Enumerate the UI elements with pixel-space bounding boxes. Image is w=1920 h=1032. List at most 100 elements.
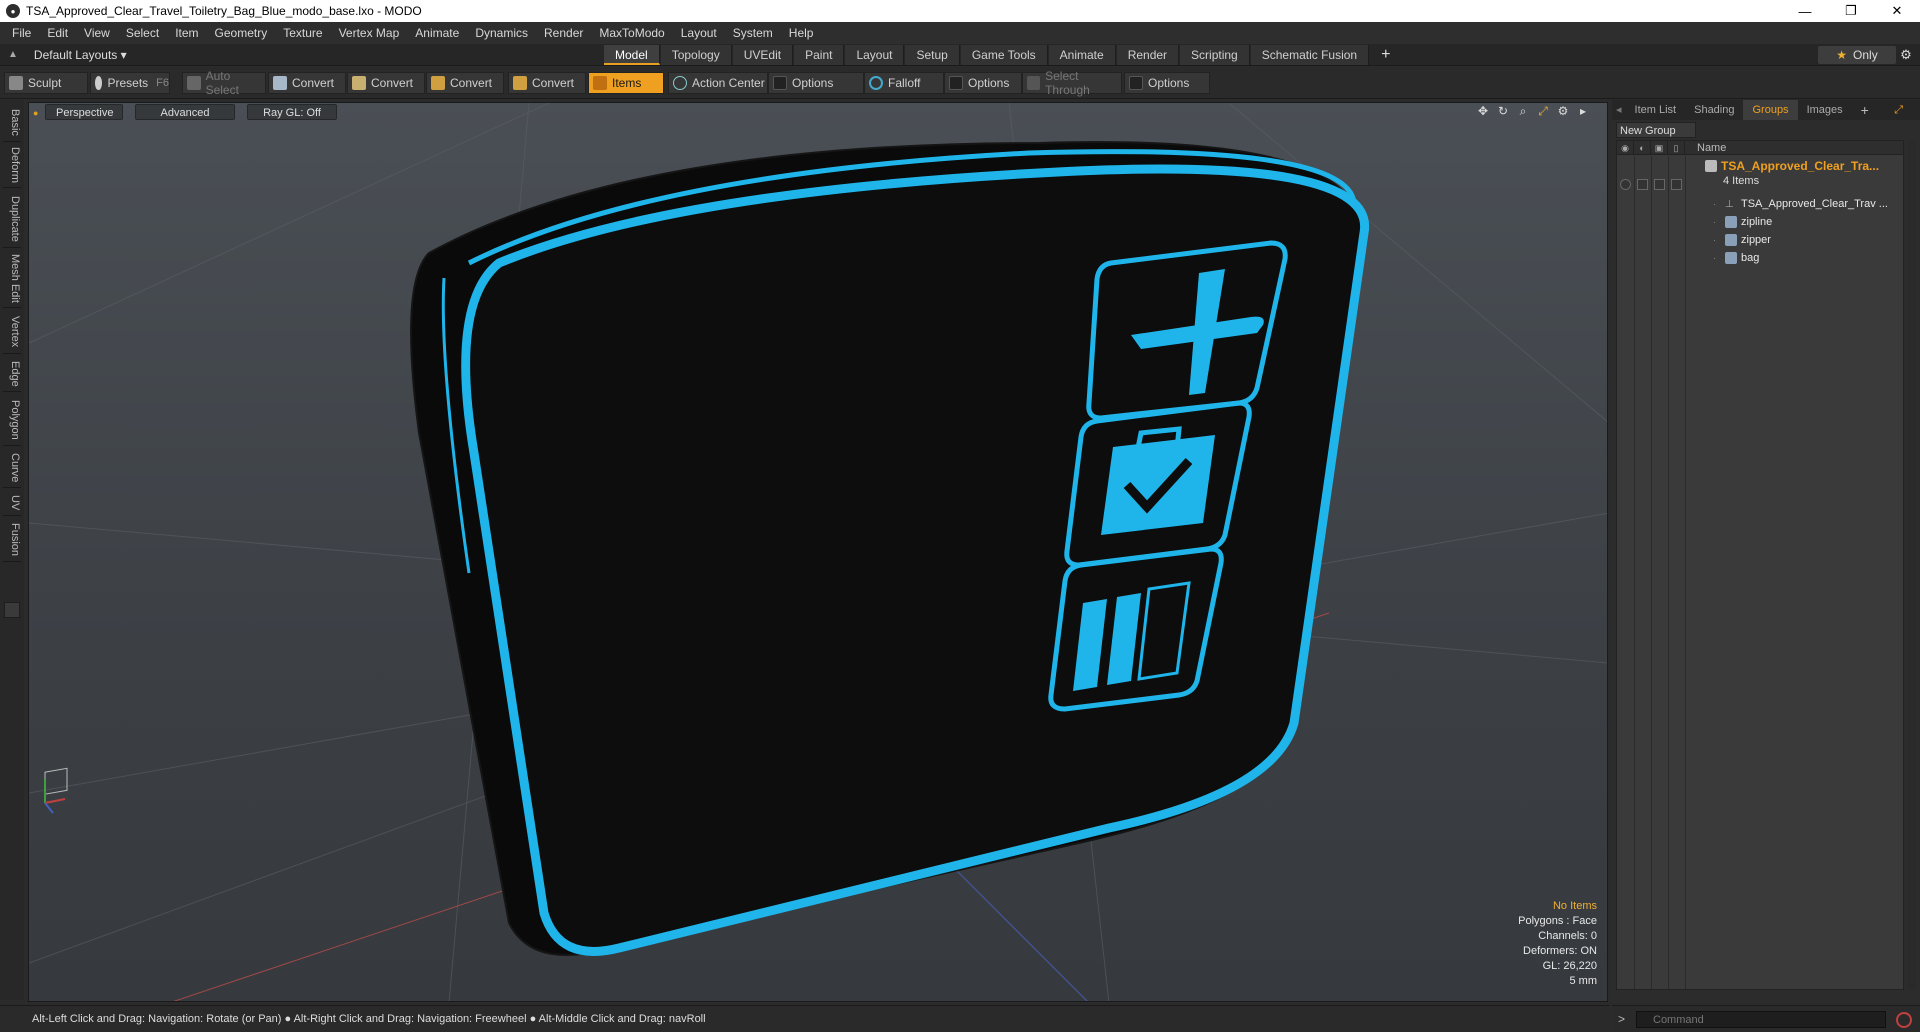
- tab-animate[interactable]: Animate: [1048, 45, 1116, 65]
- viewport-settings-icon[interactable]: ⚙: [1553, 104, 1573, 120]
- group-list-scrollbar[interactable]: [1908, 140, 1916, 990]
- group-render-toggle[interactable]: [1637, 179, 1648, 190]
- tab-duplicate[interactable]: Duplicate: [3, 190, 21, 248]
- view-mode-dropdown[interactable]: Perspective: [45, 104, 123, 120]
- minimize-button[interactable]: —: [1782, 0, 1828, 22]
- menu-select[interactable]: Select: [118, 26, 167, 40]
- auto-select-button[interactable]: Auto Select: [182, 69, 266, 97]
- menu-view[interactable]: View: [76, 26, 118, 40]
- convert-edges-button[interactable]: Convert: [347, 72, 425, 94]
- tab-mesh-edit[interactable]: Mesh Edit: [3, 250, 21, 308]
- shading-dropdown[interactable]: Advanced: [135, 104, 235, 120]
- viewport-scene[interactable]: [29, 103, 1608, 1002]
- close-button[interactable]: ✕: [1874, 0, 1920, 22]
- menu-vertex-map[interactable]: Vertex Map: [331, 26, 408, 40]
- layout-collapse-icon[interactable]: ▲: [8, 49, 18, 60]
- panel-menu-icon[interactable]: ◂: [1612, 100, 1626, 120]
- raygl-toggle[interactable]: Ray GL: Off: [247, 104, 337, 120]
- tab-scripting[interactable]: Scripting: [1180, 45, 1250, 65]
- convert-polygons-button[interactable]: Convert: [426, 72, 504, 94]
- tab-edge[interactable]: Edge: [3, 356, 21, 392]
- menu-edit[interactable]: Edit: [39, 26, 76, 40]
- tab-groups[interactable]: Groups: [1743, 100, 1798, 120]
- tab-layout[interactable]: Layout: [845, 45, 905, 65]
- expand-arrow-icon[interactable]: ▸: [1573, 104, 1593, 120]
- convert-vertices-button[interactable]: Convert: [268, 72, 346, 94]
- items-mode-button[interactable]: Items: [588, 72, 664, 94]
- palette-toggle-button[interactable]: [4, 602, 20, 618]
- list-item[interactable]: · bag: [1617, 249, 1903, 267]
- tab-model[interactable]: Model: [604, 45, 660, 65]
- group-visibility-toggle[interactable]: [1620, 179, 1631, 190]
- new-group-button[interactable]: New Group: [1616, 122, 1696, 138]
- list-item[interactable]: · ⊥ TSA_Approved_Clear_Trav ...: [1617, 195, 1903, 213]
- tab-basic[interactable]: Basic: [3, 104, 21, 142]
- render-column-icon[interactable]: ◐: [1634, 140, 1651, 155]
- gear-icon[interactable]: ⚙: [1896, 47, 1916, 63]
- tab-render[interactable]: Render: [1116, 45, 1180, 65]
- tab-uvedit[interactable]: UVEdit: [732, 45, 794, 65]
- presets-button[interactable]: Presets F6: [90, 72, 170, 94]
- tab-schematic-fusion[interactable]: Schematic Fusion: [1250, 45, 1370, 65]
- visibility-column-icon[interactable]: ◉: [1617, 140, 1634, 155]
- menu-maxtomodo[interactable]: MaxToModo: [591, 26, 672, 40]
- command-history-arrow-icon[interactable]: >: [1618, 1012, 1625, 1026]
- star-icon: ★: [1836, 48, 1848, 62]
- tab-item-list[interactable]: Item List: [1626, 100, 1686, 120]
- group-row[interactable]: TSA_Approved_Clear_Tra...: [1617, 157, 1903, 175]
- group-list[interactable]: ◉ ◐ ▣ ▯ Name TSA_Approved_Clear_Tra... 4…: [1616, 140, 1904, 990]
- tab-paint[interactable]: Paint: [794, 45, 845, 65]
- maximize-button[interactable]: ❐: [1828, 0, 1874, 22]
- menu-help[interactable]: Help: [781, 26, 822, 40]
- tab-setup[interactable]: Setup: [905, 45, 960, 65]
- sculpt-button[interactable]: Sculpt: [4, 72, 88, 94]
- tab-game-tools[interactable]: Game Tools: [960, 45, 1048, 65]
- menu-file[interactable]: File: [4, 26, 39, 40]
- command-input[interactable]: [1636, 1011, 1886, 1028]
- add-panel-tab-icon[interactable]: +: [1852, 100, 1878, 120]
- 3d-viewport[interactable]: ● Perspective Advanced Ray GL: Off ✥ ↻ ⌕…: [28, 102, 1608, 1002]
- tab-deform[interactable]: Deform: [3, 144, 21, 188]
- list-item[interactable]: · zipline: [1617, 213, 1903, 231]
- default-layouts-dropdown[interactable]: Default Layouts ▾: [34, 48, 127, 62]
- pan-icon[interactable]: ✥: [1473, 104, 1493, 120]
- only-toggle[interactable]: ★ Only: [1818, 46, 1896, 64]
- layout-selector[interactable]: ▲ Default Layouts ▾: [0, 48, 600, 62]
- menu-system[interactable]: System: [725, 26, 781, 40]
- rotate-icon[interactable]: ↻: [1493, 104, 1513, 120]
- select-through-options-button[interactable]: Options: [1124, 72, 1210, 94]
- action-center-options-button[interactable]: Options: [768, 72, 864, 94]
- zoom-icon[interactable]: ⌕: [1513, 104, 1533, 120]
- group-select-toggle[interactable]: [1671, 179, 1682, 190]
- tab-shading[interactable]: Shading: [1685, 100, 1743, 120]
- tab-polygon[interactable]: Polygon: [3, 394, 21, 446]
- maximize-viewport-icon[interactable]: ⤢: [1533, 104, 1553, 120]
- panel-expand-icon[interactable]: ⤢: [1885, 100, 1912, 120]
- menu-item[interactable]: Item: [167, 26, 206, 40]
- menu-animate[interactable]: Animate: [407, 26, 467, 40]
- convert-items-button[interactable]: Convert: [508, 72, 586, 94]
- menu-dynamics[interactable]: Dynamics: [467, 26, 536, 40]
- group-lock-toggle[interactable]: [1654, 179, 1665, 190]
- tab-uv[interactable]: UV: [3, 490, 21, 516]
- viewport-menu-icon[interactable]: ●: [33, 108, 41, 118]
- lock-column-icon[interactable]: ▣: [1651, 140, 1668, 155]
- menu-layout[interactable]: Layout: [673, 26, 725, 40]
- select-through-button[interactable]: Select Through: [1022, 69, 1122, 97]
- tab-curve[interactable]: Curve: [3, 448, 21, 488]
- menu-texture[interactable]: Texture: [275, 26, 330, 40]
- tab-topology[interactable]: Topology: [660, 45, 732, 65]
- list-item[interactable]: · zipper: [1617, 231, 1903, 249]
- tab-fusion[interactable]: Fusion: [3, 518, 21, 562]
- falloff-options-button[interactable]: Options: [944, 72, 1022, 94]
- falloff-button[interactable]: Falloff: [864, 72, 944, 94]
- tab-images[interactable]: Images: [1798, 100, 1852, 120]
- record-macro-icon[interactable]: [1896, 1012, 1912, 1028]
- menu-geometry[interactable]: Geometry: [207, 26, 276, 40]
- selectable-column-icon[interactable]: ▯: [1668, 140, 1685, 155]
- menu-render[interactable]: Render: [536, 26, 591, 40]
- action-center-button[interactable]: Action Center: [668, 72, 768, 94]
- name-column-header[interactable]: Name: [1685, 142, 1726, 154]
- add-tab-icon[interactable]: +: [1370, 45, 1401, 65]
- tab-vertex[interactable]: Vertex: [3, 310, 21, 354]
